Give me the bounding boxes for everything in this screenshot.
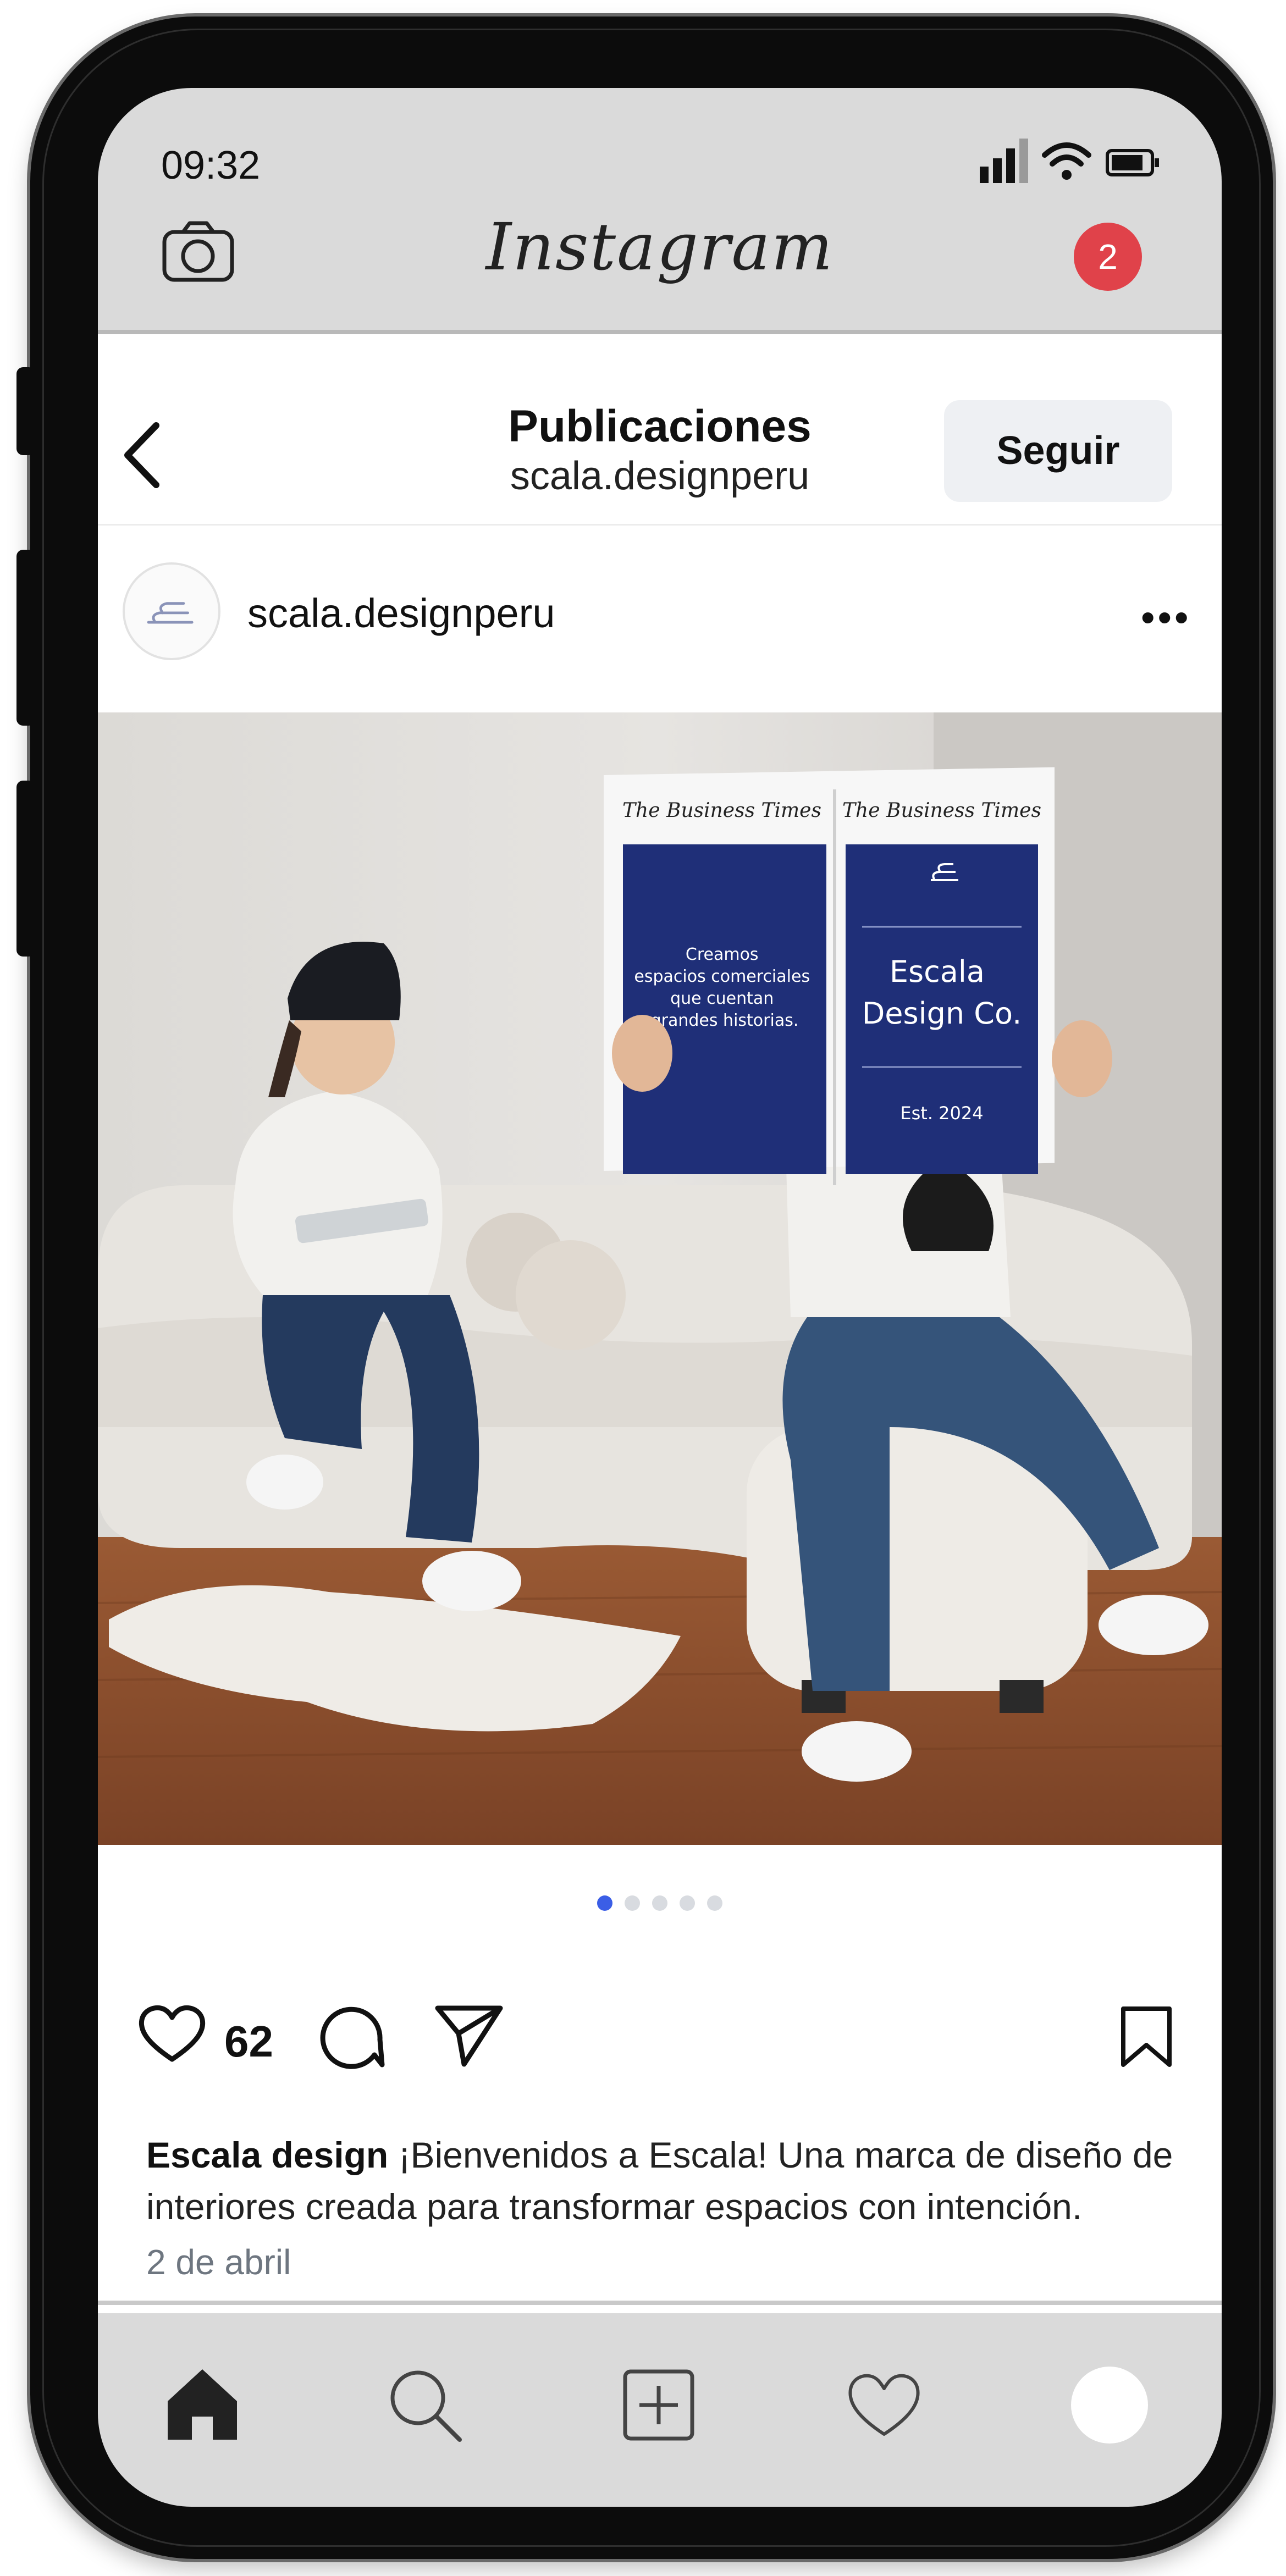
phone-screen: 09:32 Instagram 2 Publicaciones scala.de… bbox=[98, 88, 1222, 2507]
carousel-dot-5[interactable] bbox=[707, 1895, 722, 1911]
phone-volume-up bbox=[16, 550, 35, 726]
carousel-dot-3[interactable] bbox=[652, 1895, 667, 1911]
carousel-dot-2[interactable] bbox=[625, 1895, 640, 1911]
phone-volume-down bbox=[16, 781, 35, 957]
battery-icon bbox=[1106, 149, 1159, 176]
status-time: 09:32 bbox=[161, 143, 261, 187]
bottom-divider bbox=[98, 2301, 1222, 2305]
newspaper-masthead-right: The Business Times bbox=[842, 799, 1041, 822]
post-photo-illustration: The Business Times The Business Times Cr… bbox=[98, 712, 1222, 1845]
topbar-divider bbox=[98, 330, 1222, 334]
newspaper: The Business Times The Business Times Cr… bbox=[604, 767, 1055, 1185]
status-icons bbox=[980, 139, 1159, 183]
bookmark-icon[interactable] bbox=[1119, 2005, 1174, 2069]
carousel-dot-4[interactable] bbox=[680, 1895, 695, 1911]
search-icon[interactable] bbox=[384, 2364, 466, 2446]
instagram-logo: Instagram bbox=[485, 209, 834, 285]
newspaper-masthead-left: The Business Times bbox=[622, 799, 821, 822]
avatar[interactable] bbox=[123, 562, 220, 660]
post-caption: Escala design ¡Bienvenidos a Escala! Una… bbox=[146, 2129, 1191, 2232]
phone-mute-switch bbox=[16, 367, 35, 455]
header-divider bbox=[98, 524, 1222, 526]
more-horizontal-icon[interactable]: ••• bbox=[1141, 595, 1191, 639]
post-image[interactable]: The Business Times The Business Times Cr… bbox=[98, 712, 1222, 1845]
feed-content: Publicaciones scala.designperu Seguir sc… bbox=[98, 334, 1222, 2313]
heart-icon[interactable] bbox=[136, 2000, 208, 2066]
notification-badge[interactable]: 2 bbox=[1074, 223, 1142, 291]
escala-logo-icon bbox=[147, 602, 194, 624]
post-date: 2 de abril bbox=[146, 2242, 291, 2282]
share-icon[interactable] bbox=[433, 2003, 505, 2069]
carousel-dots bbox=[98, 1895, 1222, 1914]
profile-avatar[interactable] bbox=[1071, 2367, 1148, 2444]
add-post-icon[interactable] bbox=[617, 2364, 700, 2446]
comment-icon[interactable] bbox=[315, 2000, 387, 2071]
follow-button[interactable]: Seguir bbox=[944, 400, 1172, 502]
carousel-dot-1[interactable] bbox=[597, 1895, 612, 1911]
like-count[interactable]: 62 bbox=[224, 2016, 273, 2067]
home-icon[interactable] bbox=[161, 2364, 244, 2446]
wifi-icon bbox=[1042, 142, 1091, 180]
post-username[interactable]: scala.designperu bbox=[247, 590, 555, 637]
signal-icon bbox=[980, 139, 1028, 183]
heart-icon[interactable] bbox=[843, 2364, 925, 2446]
caption-author[interactable]: Escala design bbox=[146, 2135, 388, 2175]
newspaper-est: Est. 2024 bbox=[900, 1103, 983, 1124]
